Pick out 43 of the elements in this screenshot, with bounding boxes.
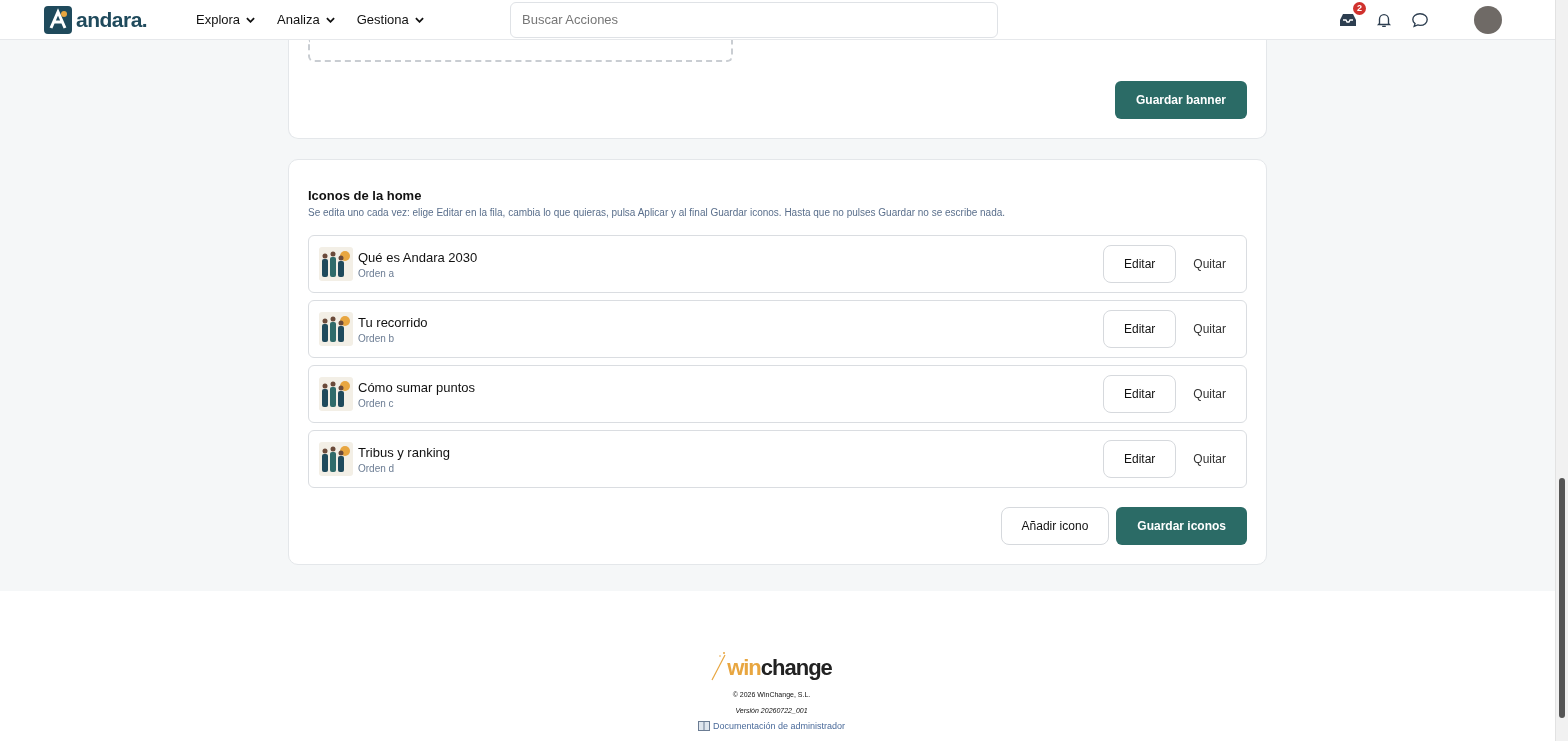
admin-docs-link[interactable]: Documentación de administrador: [712, 721, 846, 731]
section-title: Iconos de la home: [308, 188, 423, 203]
user-avatar[interactable]: [1474, 5, 1502, 34]
scrollbar-thumb[interactable]: [1559, 478, 1565, 718]
logo-mark-icon: [44, 5, 72, 34]
notification-count-badge: 2: [1353, 1, 1366, 15]
magic-wand-icon: [711, 651, 728, 681]
brand-logo-text: andara.: [76, 7, 148, 32]
icon-order-label: Orden d: [358, 462, 396, 474]
illustration-thumbnail: [319, 247, 353, 281]
nav-menu-button[interactable]: Explora: [196, 12, 256, 27]
edit-button[interactable]: Editar: [1102, 440, 1177, 478]
icon-order-label: Orden b: [358, 332, 396, 344]
remove-button[interactable]: Quitar: [1176, 387, 1246, 401]
edit-button[interactable]: Editar: [1102, 310, 1177, 348]
edit-button[interactable]: Editar: [1102, 245, 1177, 283]
icon-order-label: Orden a: [358, 267, 396, 279]
icon-title: Qué es Andara 2030: [358, 249, 479, 265]
search-field[interactable]: Buscar Acciones: [510, 1, 998, 38]
icon-order-label: Orden c: [358, 397, 395, 409]
icon-title: Tribus y ranking: [358, 444, 451, 460]
icon-title: Cómo sumar puntos: [358, 379, 477, 395]
section-description: Se edita uno cada vez: elige Editar en la fila, cambia lo que quieras, pulsa Aplicar y al final Guardar iconos. Hasta que no pulses Guardar no se escribe nada.: [308, 207, 1007, 218]
caret-icon: [246, 16, 256, 23]
add-icon-button[interactable]: Añadir icono: [1000, 507, 1110, 545]
nav-menu-button[interactable]: Analiza: [277, 12, 335, 27]
illustration-thumbnail: [319, 377, 353, 411]
caret-icon: [414, 16, 424, 23]
caret-icon: [325, 16, 335, 23]
book-icon: [697, 721, 710, 731]
winchange-logo-text: winchange: [727, 655, 832, 681]
scrollbar[interactable]: [1555, 0, 1568, 741]
save-banner-button[interactable]: Guardar banner: [1114, 81, 1247, 119]
save-icons-button[interactable]: Guardar iconos: [1116, 507, 1247, 545]
remove-button[interactable]: Quitar: [1176, 257, 1246, 271]
icon-title: Tu recorrido: [358, 314, 429, 330]
chat-bubble-icon[interactable]: [1410, 10, 1430, 29]
edit-button[interactable]: Editar: [1102, 375, 1177, 413]
nav-menu-button[interactable]: Gestiona: [356, 12, 424, 27]
remove-button[interactable]: Quitar: [1176, 322, 1246, 336]
illustration-thumbnail: [319, 312, 353, 346]
remove-button[interactable]: Quitar: [1176, 452, 1246, 466]
illustration-thumbnail: [319, 442, 353, 476]
